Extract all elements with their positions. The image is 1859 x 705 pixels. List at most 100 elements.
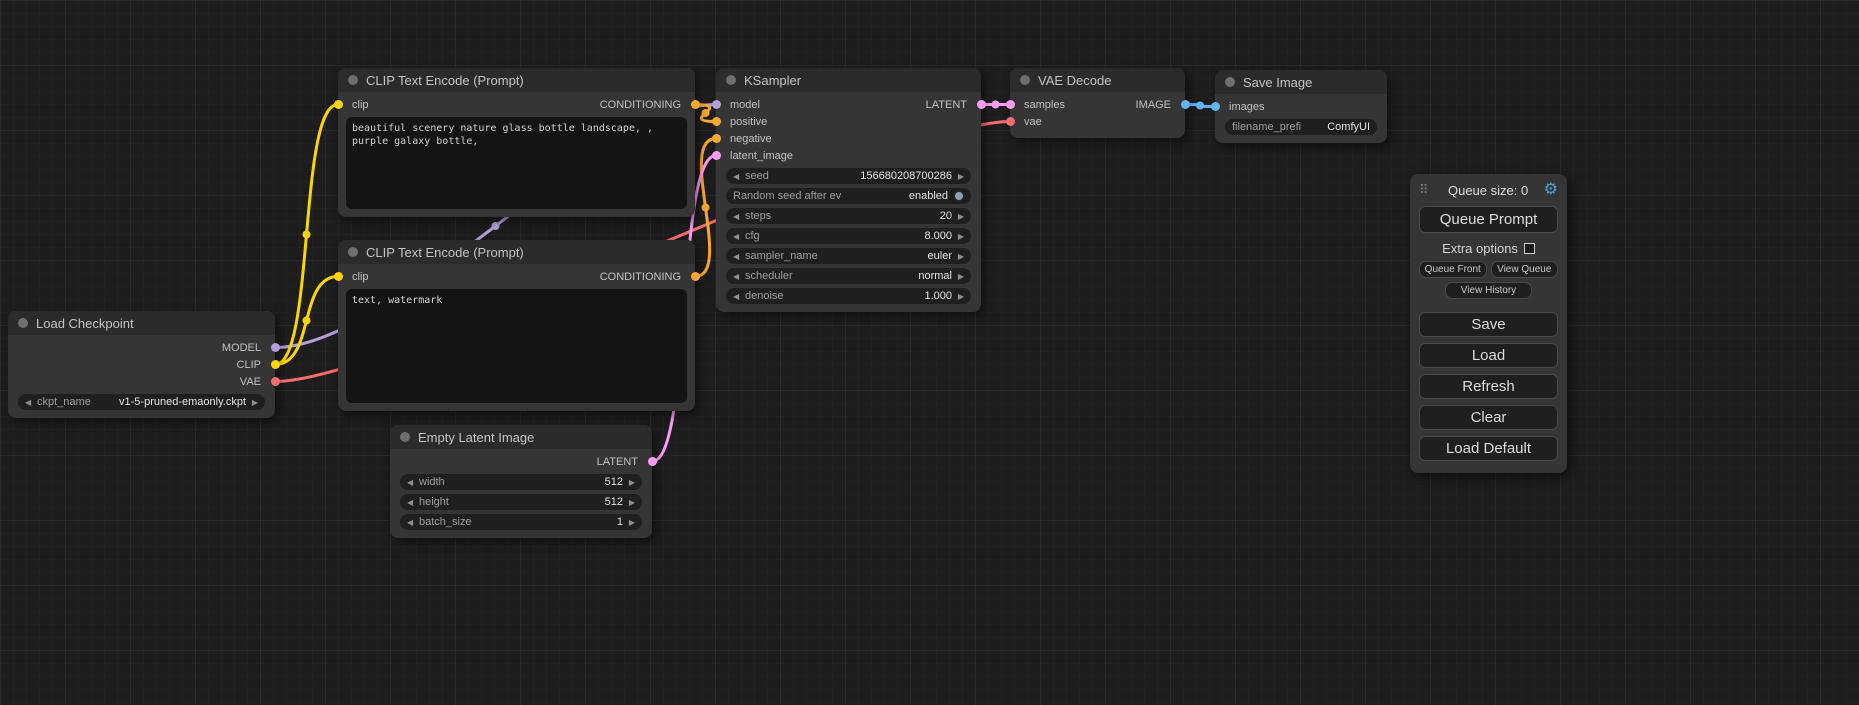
node-title-bar[interactable]: CLIP Text Encode (Prompt)	[338, 68, 695, 92]
decrement-arrow-icon[interactable]: ◀	[407, 498, 419, 507]
MODEL-output-slot[interactable]	[271, 343, 280, 352]
widget-denoise[interactable]: ◀denoise1.000▶	[726, 288, 971, 304]
widget-value: normal	[849, 270, 953, 282]
link-midpoint-dot	[702, 204, 710, 212]
increment-arrow-icon[interactable]: ▶	[952, 172, 964, 181]
node-vae-decode[interactable]: VAE DecodesamplesIMAGEvae	[1010, 68, 1185, 138]
toggle-knob-icon[interactable]	[954, 191, 964, 201]
increment-arrow-icon[interactable]: ▶	[623, 498, 635, 507]
node-empty-latent[interactable]: Empty Latent ImageLATENT◀width512▶◀heigh…	[390, 425, 652, 538]
load-default-button[interactable]: Load Default	[1419, 436, 1558, 461]
decrement-arrow-icon[interactable]: ◀	[733, 232, 745, 241]
clip-input-slot[interactable]	[334, 100, 343, 109]
model-input-slot[interactable]	[712, 100, 721, 109]
VAE-output-slot[interactable]	[271, 377, 280, 386]
output-slot-label: IMAGE	[1136, 99, 1171, 111]
collapse-dot-icon[interactable]	[1225, 77, 1235, 87]
widget-filename_prefix[interactable]: filename_prefixComfyUI	[1225, 119, 1377, 135]
widget-width[interactable]: ◀width512▶	[400, 474, 642, 490]
node-load-checkpoint[interactable]: Load CheckpointMODELCLIPVAE◀ckpt_namev1-…	[8, 311, 275, 418]
decrement-arrow-icon[interactable]: ◀	[733, 292, 745, 301]
node-title: Save Image	[1243, 75, 1312, 90]
link-midpoint-dot	[303, 231, 311, 239]
decrement-arrow-icon[interactable]: ◀	[733, 272, 745, 281]
increment-arrow-icon[interactable]: ▶	[952, 252, 964, 261]
widget-seed[interactable]: ◀seed156680208700286▶	[726, 168, 971, 184]
clear-button[interactable]: Clear	[1419, 405, 1558, 430]
node-title: KSampler	[744, 73, 801, 88]
clip-input-slot[interactable]	[334, 272, 343, 281]
increment-arrow-icon[interactable]: ▶	[952, 272, 964, 281]
widget-cfg[interactable]: ◀cfg8.000▶	[726, 228, 971, 244]
collapse-dot-icon[interactable]	[348, 75, 358, 85]
queue-front-button[interactable]: Queue Front	[1419, 261, 1487, 278]
increment-arrow-icon[interactable]: ▶	[952, 212, 964, 221]
CONDITIONING-output-slot[interactable]	[691, 100, 700, 109]
link-midpoint-dot	[992, 101, 1000, 109]
widget-label: height	[419, 496, 521, 508]
node-graph-canvas[interactable]: ⠿ Queue size: 0 ⚙ Queue Prompt Extra opt…	[0, 0, 1859, 705]
latent_image-input-slot[interactable]	[712, 151, 721, 160]
settings-gear-icon[interactable]: ⚙	[1544, 182, 1558, 198]
widget-sampler_name[interactable]: ◀sampler_nameeuler▶	[726, 248, 971, 264]
prompt-textarea[interactable]	[346, 289, 687, 403]
prompt-textarea[interactable]	[346, 117, 687, 209]
LATENT-output-slot[interactable]	[648, 457, 657, 466]
node-title-bar[interactable]: Load Checkpoint	[8, 311, 275, 335]
decrement-arrow-icon[interactable]: ◀	[25, 398, 37, 407]
node-title-bar[interactable]: Save Image	[1215, 70, 1387, 94]
decrement-arrow-icon[interactable]: ◀	[733, 172, 745, 181]
save-button[interactable]: Save	[1419, 312, 1558, 337]
widget-batch_size[interactable]: ◀batch_size1▶	[400, 514, 642, 530]
node-title: Load Checkpoint	[36, 316, 134, 331]
decrement-arrow-icon[interactable]: ◀	[407, 518, 419, 527]
widget-random-seed-after-every-gen[interactable]: Random seed after every genenabled	[726, 188, 971, 204]
decrement-arrow-icon[interactable]: ◀	[733, 212, 745, 221]
increment-arrow-icon[interactable]: ▶	[623, 478, 635, 487]
collapse-dot-icon[interactable]	[348, 247, 358, 257]
IMAGE-output-slot[interactable]	[1181, 100, 1190, 109]
widget-value: 512	[521, 496, 623, 508]
widget-scheduler[interactable]: ◀schedulernormal▶	[726, 268, 971, 284]
refresh-button[interactable]: Refresh	[1419, 374, 1558, 399]
slot-row: positive	[716, 113, 981, 130]
drag-handle-icon[interactable]: ⠿	[1419, 182, 1429, 198]
collapse-dot-icon[interactable]	[1020, 75, 1030, 85]
load-button[interactable]: Load	[1419, 343, 1558, 368]
positive-input-slot[interactable]	[712, 117, 721, 126]
node-title: VAE Decode	[1038, 73, 1111, 88]
node-title-bar[interactable]: Empty Latent Image	[390, 425, 652, 449]
CONDITIONING-output-slot[interactable]	[691, 272, 700, 281]
increment-arrow-icon[interactable]: ▶	[952, 232, 964, 241]
view-queue-button[interactable]: View Queue	[1491, 261, 1559, 278]
collapse-dot-icon[interactable]	[726, 75, 736, 85]
LATENT-output-slot[interactable]	[977, 100, 986, 109]
queue-prompt-button[interactable]: Queue Prompt	[1419, 206, 1558, 233]
decrement-arrow-icon[interactable]: ◀	[733, 252, 745, 261]
increment-arrow-icon[interactable]: ▶	[623, 518, 635, 527]
increment-arrow-icon[interactable]: ▶	[952, 292, 964, 301]
node-title-bar[interactable]: KSampler	[716, 68, 981, 92]
node-title-bar[interactable]: CLIP Text Encode (Prompt)	[338, 240, 695, 264]
node-ksampler[interactable]: KSamplermodelLATENTpositivenegativelaten…	[716, 68, 981, 312]
widget-steps[interactable]: ◀steps20▶	[726, 208, 971, 224]
decrement-arrow-icon[interactable]: ◀	[407, 478, 419, 487]
node-title-bar[interactable]: VAE Decode	[1010, 68, 1185, 92]
node-clip-encode-2[interactable]: CLIP Text Encode (Prompt)clipCONDITIONIN…	[338, 240, 695, 411]
CLIP-output-slot[interactable]	[271, 360, 280, 369]
images-input-slot[interactable]	[1211, 102, 1220, 111]
widget-height[interactable]: ◀height512▶	[400, 494, 642, 510]
node-save-image[interactable]: Save Imageimagesfilename_prefixComfyUI	[1215, 70, 1387, 143]
vae-input-slot[interactable]	[1006, 117, 1015, 126]
view-history-button[interactable]: View History	[1445, 282, 1531, 299]
widget-ckpt_name[interactable]: ◀ckpt_namev1-5-pruned-emaonly.ckpt▶	[18, 394, 265, 410]
collapse-dot-icon[interactable]	[18, 318, 28, 328]
collapse-dot-icon[interactable]	[400, 432, 410, 442]
node-clip-encode-1[interactable]: CLIP Text Encode (Prompt)clipCONDITIONIN…	[338, 68, 695, 217]
increment-arrow-icon[interactable]: ▶	[246, 398, 258, 407]
extra-options-checkbox[interactable]	[1524, 243, 1535, 254]
negative-input-slot[interactable]	[712, 134, 721, 143]
widget-value: 512	[521, 476, 623, 488]
samples-input-slot[interactable]	[1006, 100, 1015, 109]
extra-options-row: Extra options	[1419, 241, 1558, 256]
